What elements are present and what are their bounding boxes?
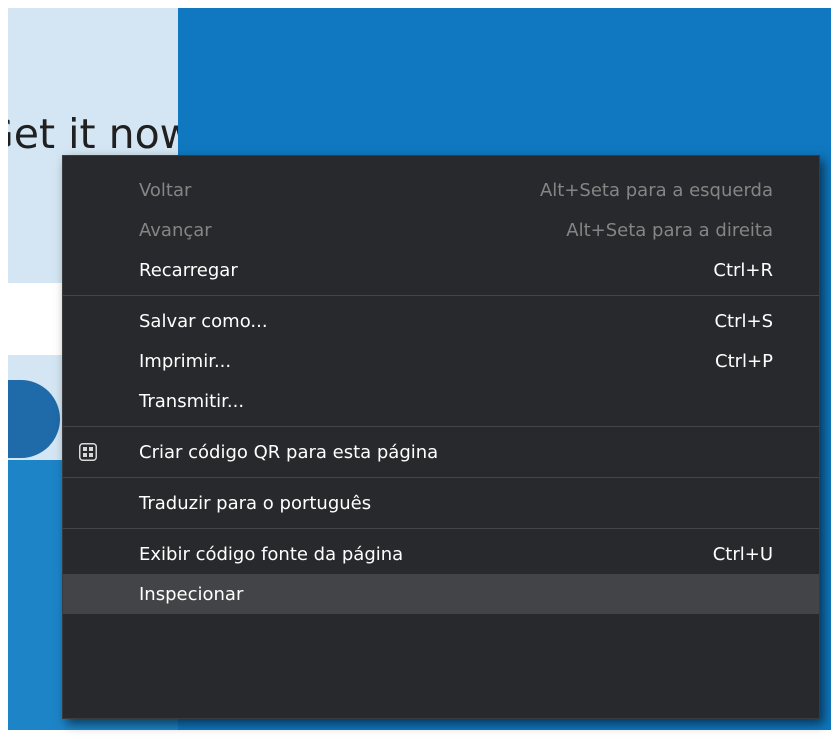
context-menu: Voltar Alt+Seta para a esquerda Avançar … [62,155,820,719]
menu-item-shortcut: Ctrl+P [715,350,773,372]
menu-item-cast[interactable]: Transmitir... [63,381,819,421]
menu-item-shortcut: Ctrl+S [714,310,773,332]
menu-item-translate[interactable]: Traduzir para o português [63,483,819,523]
menu-item-view-source[interactable]: Exibir código fonte da página Ctrl+U [63,534,819,574]
menu-item-back[interactable]: Voltar Alt+Seta para a esquerda [63,170,819,210]
menu-item-label: Imprimir... [139,350,232,372]
menu-item-inspect[interactable]: Inspecionar [63,574,819,614]
menu-item-forward[interactable]: Avançar Alt+Seta para a direita [63,210,819,250]
menu-separator [63,477,819,478]
menu-separator [63,528,819,529]
menu-item-label: Transmitir... [139,390,245,412]
menu-item-label: Criar código QR para esta página [139,441,439,463]
page-button[interactable] [8,380,60,458]
menu-item-label: Traduzir para o português [139,492,372,514]
menu-item-print[interactable]: Imprimir... Ctrl+P [63,341,819,381]
menu-item-shortcut: Ctrl+R [713,259,773,281]
menu-item-shortcut: Alt+Seta para a direita [566,219,773,241]
menu-item-shortcut: Alt+Seta para a esquerda [539,179,773,201]
menu-separator [63,426,819,427]
menu-separator [63,295,819,296]
menu-item-label: Salvar como... [139,310,268,332]
menu-item-label: Inspecionar [139,583,244,605]
menu-item-save-as[interactable]: Salvar como... Ctrl+S [63,301,819,341]
menu-item-reload[interactable]: Recarregar Ctrl+R [63,250,819,290]
menu-item-shortcut: Ctrl+U [712,543,773,565]
menu-item-label: Exibir código fonte da página [139,543,404,565]
menu-item-label: Avançar [139,219,212,241]
menu-item-label: Recarregar [139,259,238,281]
menu-item-create-qr-code[interactable]: Criar código QR para esta página [63,432,819,472]
qr-code-icon [79,443,97,461]
menu-item-label: Voltar [139,179,192,201]
